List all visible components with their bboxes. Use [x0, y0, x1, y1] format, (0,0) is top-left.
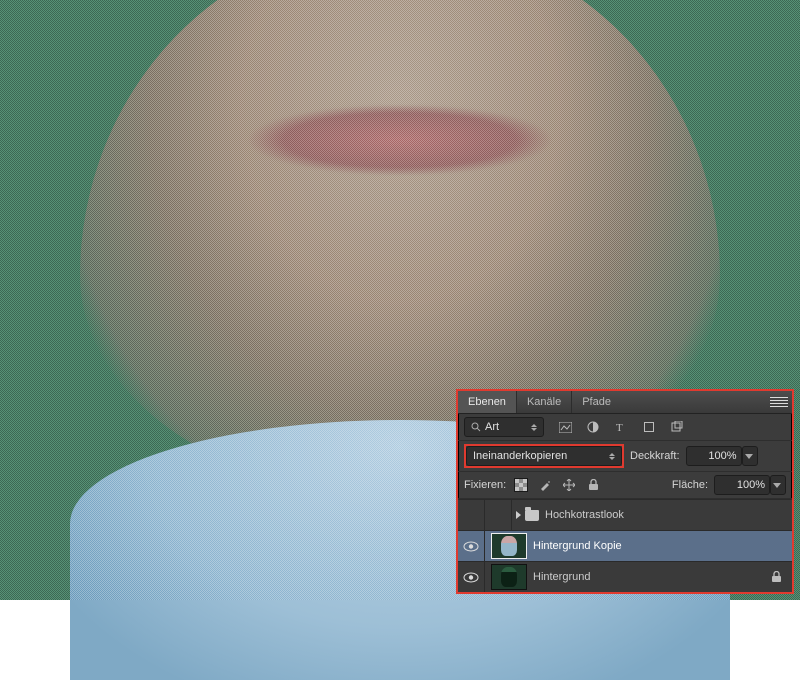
filter-pixel-icon[interactable] — [556, 418, 574, 436]
blend-mode-select[interactable]: Ineinanderkopieren — [466, 446, 622, 466]
layer-row-group[interactable]: Hochkotrastlook — [458, 499, 792, 530]
filter-smartobject-icon[interactable] — [668, 418, 686, 436]
layer-thumbnail[interactable] — [491, 564, 527, 590]
folder-icon — [525, 510, 539, 521]
layer-row-background[interactable]: Hintergrund — [458, 561, 792, 592]
svg-text:T: T — [616, 422, 623, 433]
layers-panel: Ebenen Kanäle Pfade Art T Ineinanderkopi… — [456, 389, 794, 594]
lock-label: Fixieren: — [464, 479, 506, 491]
lock-fill-row: Fixieren: Fläche: 100% — [458, 472, 792, 499]
blend-mode-value: Ineinanderkopieren — [473, 450, 567, 462]
group-disclosure-icon[interactable] — [516, 511, 521, 519]
fill-input[interactable]: 100% — [714, 475, 770, 495]
layer-list: Hochkotrastlook Hintergrund Kopie Hinter… — [458, 499, 792, 592]
visibility-toggle[interactable] — [458, 562, 485, 592]
opacity-label: Deckkraft: — [630, 450, 680, 462]
panel-tabbar: Ebenen Kanäle Pfade — [458, 391, 792, 414]
filter-type-icon[interactable]: T — [612, 418, 630, 436]
lock-all-icon[interactable] — [584, 476, 602, 494]
lock-position-icon[interactable] — [560, 476, 578, 494]
layer-filter-kind-select[interactable]: Art — [464, 417, 544, 437]
tab-layers[interactable]: Ebenen — [458, 391, 516, 413]
lock-transparent-icon[interactable] — [512, 476, 530, 494]
tab-paths[interactable]: Pfade — [571, 391, 621, 413]
filter-adjustment-icon[interactable] — [584, 418, 602, 436]
search-icon — [471, 422, 481, 432]
fill-label: Fläche: — [672, 479, 708, 491]
layer-name[interactable]: Hintergrund — [533, 571, 768, 583]
lock-pixels-icon[interactable] — [536, 476, 554, 494]
layer-row-copy[interactable]: Hintergrund Kopie — [458, 530, 792, 561]
eye-icon — [463, 572, 479, 583]
blend-mode-highlight: Ineinanderkopieren — [464, 444, 624, 468]
tab-channels[interactable]: Kanäle — [516, 391, 571, 413]
blend-opacity-row: Ineinanderkopieren Deckkraft: 100% — [458, 441, 792, 472]
visibility-toggle[interactable] — [458, 531, 485, 561]
layer-name[interactable]: Hintergrund Kopie — [533, 540, 792, 552]
opacity-input[interactable]: 100% — [686, 446, 742, 466]
visibility-toggle[interactable] — [458, 500, 485, 530]
filter-shape-icon[interactable] — [640, 418, 658, 436]
panel-menu-button[interactable] — [766, 391, 792, 413]
layer-name[interactable]: Hochkotrastlook — [545, 509, 792, 521]
fill-stepper[interactable] — [770, 475, 786, 495]
eye-icon — [463, 541, 479, 552]
opacity-stepper[interactable] — [742, 446, 758, 466]
layer-thumbnail[interactable] — [491, 533, 527, 559]
layer-filter-kind-label: Art — [485, 421, 505, 433]
layer-filter-row: Art T — [458, 414, 792, 441]
lock-icon — [768, 569, 784, 585]
